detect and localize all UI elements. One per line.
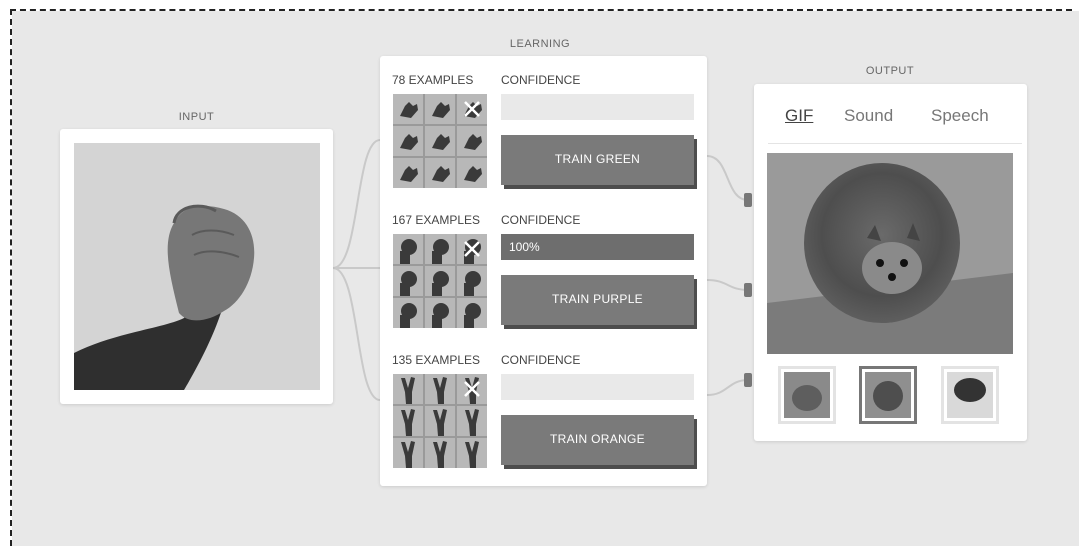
class-orange-confidence-bar [501, 374, 694, 400]
webcam-input-image [74, 143, 320, 390]
example-thumbnail [393, 298, 423, 328]
example-thumbnail [393, 126, 423, 156]
app-frame: INPUT LEARNING 78 EXAMPLES CONFIDENCE TR… [0, 0, 1079, 546]
example-thumbnail [457, 126, 487, 156]
class-orange-confidence-label: CONFIDENCE [501, 353, 581, 367]
example-thumbnail [457, 374, 487, 404]
train-orange-button[interactable]: TRAIN ORANGE [501, 415, 694, 465]
example-thumbnail [393, 406, 423, 436]
class-green-examples-grid[interactable] [393, 94, 487, 188]
output-gif-image [767, 153, 1013, 354]
class-green-confidence-bar [501, 94, 694, 120]
example-thumbnail [393, 374, 423, 404]
tab-sound[interactable]: Sound [844, 106, 893, 126]
train-purple-button[interactable]: TRAIN PURPLE [501, 275, 694, 325]
class-orange-example-count: 135 EXAMPLES [392, 353, 481, 367]
example-thumbnail [393, 234, 423, 264]
output-connector [744, 193, 752, 207]
class-green-example-count: 78 EXAMPLES [392, 73, 474, 87]
gif-option-thumbnail[interactable] [941, 366, 999, 424]
output-label: OUTPUT [865, 65, 915, 77]
example-thumbnail [425, 158, 455, 188]
class-purple-example-count: 167 EXAMPLES [392, 213, 481, 227]
example-thumbnail [393, 266, 423, 296]
example-thumbnail [425, 266, 455, 296]
train-green-button[interactable]: TRAIN GREEN [501, 135, 694, 185]
class-green-confidence-label: CONFIDENCE [501, 73, 581, 87]
tab-gif[interactable]: GIF [785, 106, 813, 126]
learning-label: LEARNING [509, 38, 571, 50]
class-purple-confidence-bar: 100% [501, 234, 694, 260]
example-thumbnail [457, 94, 487, 124]
class-purple-examples-grid[interactable] [393, 234, 487, 328]
tab-speech[interactable]: Speech [931, 106, 989, 126]
gif-option-thumbnail-selected[interactable] [859, 366, 917, 424]
example-thumbnail [393, 158, 423, 188]
class-purple-confidence-label: CONFIDENCE [501, 213, 581, 227]
example-thumbnail [457, 158, 487, 188]
example-thumbnail [425, 406, 455, 436]
example-thumbnail [425, 94, 455, 124]
example-thumbnail [457, 406, 487, 436]
class-purple-confidence-fill: 100% [501, 234, 694, 260]
example-thumbnail [425, 374, 455, 404]
example-thumbnail [457, 298, 487, 328]
example-thumbnail [425, 438, 455, 468]
example-thumbnail [393, 438, 423, 468]
output-connector [744, 283, 752, 297]
example-thumbnail [457, 234, 487, 264]
tab-divider [768, 143, 1022, 144]
example-thumbnail [425, 126, 455, 156]
input-label: INPUT [178, 111, 215, 123]
example-thumbnail [425, 234, 455, 264]
example-thumbnail [393, 94, 423, 124]
gif-option-thumbnail[interactable] [778, 366, 836, 424]
example-thumbnail [425, 298, 455, 328]
class-orange-examples-grid[interactable] [393, 374, 487, 468]
example-thumbnail [457, 438, 487, 468]
example-thumbnail [457, 266, 487, 296]
output-connector [744, 373, 752, 387]
